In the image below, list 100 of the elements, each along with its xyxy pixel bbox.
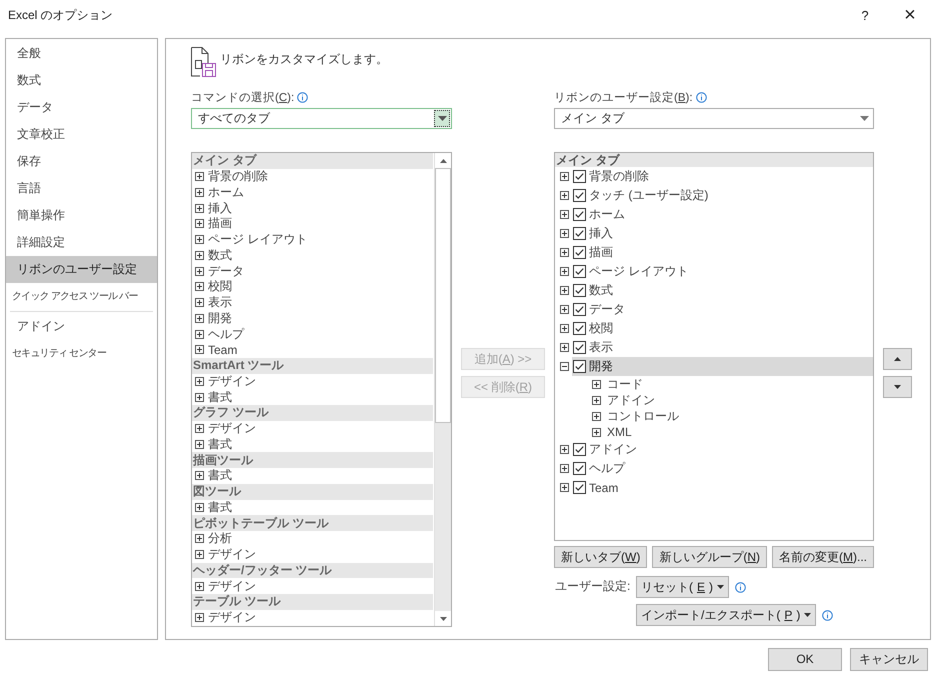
plus-box-icon[interactable] <box>195 298 204 308</box>
action-button[interactable]: 名前の変更(M)... <box>772 546 874 568</box>
sidebar-item[interactable]: クイック アクセス ツール バー <box>6 283 157 310</box>
checkbox[interactable] <box>573 170 586 183</box>
tree-item[interactable]: 数式 <box>572 281 873 300</box>
plus-box-icon[interactable] <box>560 324 569 333</box>
tree-item[interactable]: アドイン <box>572 440 873 459</box>
tree-item[interactable]: ホーム <box>572 205 873 224</box>
tree-item[interactable]: タッチ (ユーザー設定) <box>572 186 873 205</box>
scroll-down-icon[interactable] <box>440 616 446 620</box>
checkbox[interactable] <box>573 360 586 373</box>
list-item[interactable]: 描画 <box>208 215 232 232</box>
plus-box-icon[interactable] <box>195 613 204 622</box>
tree-item[interactable]: ページ レイアウト <box>572 262 873 281</box>
checkbox[interactable] <box>573 341 586 354</box>
sidebar-item[interactable]: 保存 <box>6 148 157 175</box>
list-item[interactable]: 書式 <box>208 388 232 406</box>
plus-box-icon[interactable] <box>560 464 569 473</box>
move-up-button[interactable] <box>883 348 912 370</box>
scroll-up-icon[interactable] <box>440 158 446 162</box>
sidebar-item[interactable]: リボンのユーザー設定 <box>6 256 157 283</box>
list-item[interactable]: デザイン <box>208 546 256 564</box>
plus-box-icon[interactable] <box>195 266 204 276</box>
plus-box-icon[interactable] <box>560 445 569 454</box>
plus-box-icon[interactable] <box>592 412 601 420</box>
list-item[interactable]: 書式 <box>208 498 232 516</box>
plus-box-icon[interactable] <box>195 440 204 449</box>
plus-box-icon[interactable] <box>195 282 204 292</box>
help-button[interactable]: ? <box>850 3 880 27</box>
scrollbar[interactable] <box>434 153 451 626</box>
sidebar-item[interactable]: 言語 <box>6 175 157 202</box>
plus-box-icon[interactable] <box>195 534 204 544</box>
plus-box-icon[interactable] <box>195 550 204 560</box>
plus-box-icon[interactable] <box>560 172 569 181</box>
plus-box-icon[interactable] <box>560 229 569 238</box>
list-item[interactable]: データ <box>208 262 244 280</box>
plus-box-icon[interactable] <box>560 305 569 314</box>
plus-box-icon[interactable] <box>560 248 569 257</box>
plus-box-icon[interactable] <box>195 330 204 339</box>
cancel-button[interactable]: キャンセル <box>850 648 928 670</box>
action-button[interactable]: 新しいグループ(N) <box>652 546 767 568</box>
plus-box-icon[interactable] <box>560 210 569 219</box>
checkbox[interactable] <box>573 208 586 221</box>
tree-item[interactable]: XML <box>606 425 633 439</box>
tree-item[interactable]: 開発 <box>572 357 873 376</box>
tree-item[interactable]: ヘルプ <box>572 459 873 478</box>
plus-box-icon[interactable] <box>195 172 204 182</box>
sidebar-item[interactable]: 簡単操作 <box>6 202 157 229</box>
sidebar-item[interactable]: アドイン <box>6 313 157 340</box>
action-button[interactable]: 新しいタブ(W) <box>554 546 648 568</box>
plus-box-icon[interactable] <box>195 471 204 480</box>
checkbox[interactable] <box>573 265 586 278</box>
minus-box-icon[interactable] <box>560 362 569 371</box>
list-item[interactable]: デザイン <box>208 420 256 438</box>
tree-item[interactable]: 表示 <box>572 338 873 357</box>
dropdown-button[interactable]: インポート/エクスポート( P ) <box>636 604 816 626</box>
plus-box-icon[interactable] <box>560 483 569 492</box>
list-item[interactable]: デザイン <box>208 609 256 626</box>
plus-box-icon[interactable] <box>592 396 601 404</box>
plus-box-icon[interactable] <box>195 204 204 213</box>
tree-item[interactable]: 校閲 <box>572 319 873 338</box>
list-item[interactable]: ヘルプ <box>208 326 244 343</box>
sidebar-item[interactable]: セキュリティ センター <box>6 340 157 367</box>
list-item[interactable]: 背景の削除 <box>208 168 268 186</box>
sidebar-item[interactable]: 数式 <box>6 67 157 94</box>
list-item[interactable]: デザイン <box>208 578 256 595</box>
sidebar-item[interactable]: データ <box>6 94 157 121</box>
dropdown-button[interactable]: リセット( E ) <box>636 576 730 598</box>
plus-box-icon[interactable] <box>195 314 204 323</box>
list-item[interactable]: 分析 <box>208 530 232 548</box>
plus-box-icon[interactable] <box>195 250 204 260</box>
plus-box-icon[interactable] <box>560 286 569 295</box>
plus-box-icon[interactable] <box>560 191 569 200</box>
list-item[interactable]: 書式 <box>208 467 232 484</box>
list-item[interactable]: 校閲 <box>208 278 232 296</box>
sidebar-item[interactable]: 詳細設定 <box>6 229 157 256</box>
list-item[interactable]: ページ レイアウト <box>208 231 308 248</box>
tree-item[interactable]: 背景の削除 <box>572 167 873 186</box>
plus-box-icon[interactable] <box>195 582 204 591</box>
list-item[interactable]: 開発 <box>208 310 232 327</box>
plus-box-icon[interactable] <box>195 345 204 354</box>
plus-box-icon[interactable] <box>195 219 204 228</box>
list-item[interactable]: 書式 <box>208 436 232 453</box>
plus-box-icon[interactable] <box>195 392 204 402</box>
tree-item[interactable]: 挿入 <box>572 224 873 243</box>
sidebar-item[interactable]: 文章校正 <box>6 121 157 148</box>
checkbox[interactable] <box>573 246 586 259</box>
list-item[interactable]: 数式 <box>208 246 232 264</box>
list-item[interactable]: デザイン <box>208 372 256 390</box>
tree-item[interactable]: アドイン <box>606 392 656 408</box>
commands-dropdown[interactable]: すべてのタブ <box>191 108 452 129</box>
checkbox[interactable] <box>573 481 586 494</box>
list-item[interactable]: ホーム <box>208 184 244 201</box>
move-down-button[interactable] <box>883 376 912 398</box>
checkbox[interactable] <box>573 462 586 475</box>
checkbox[interactable] <box>573 443 586 456</box>
ribbon-dropdown[interactable]: メイン タブ <box>554 108 874 129</box>
close-button[interactable]: × <box>895 3 925 27</box>
plus-box-icon[interactable] <box>195 424 204 434</box>
checkbox[interactable] <box>573 227 586 240</box>
